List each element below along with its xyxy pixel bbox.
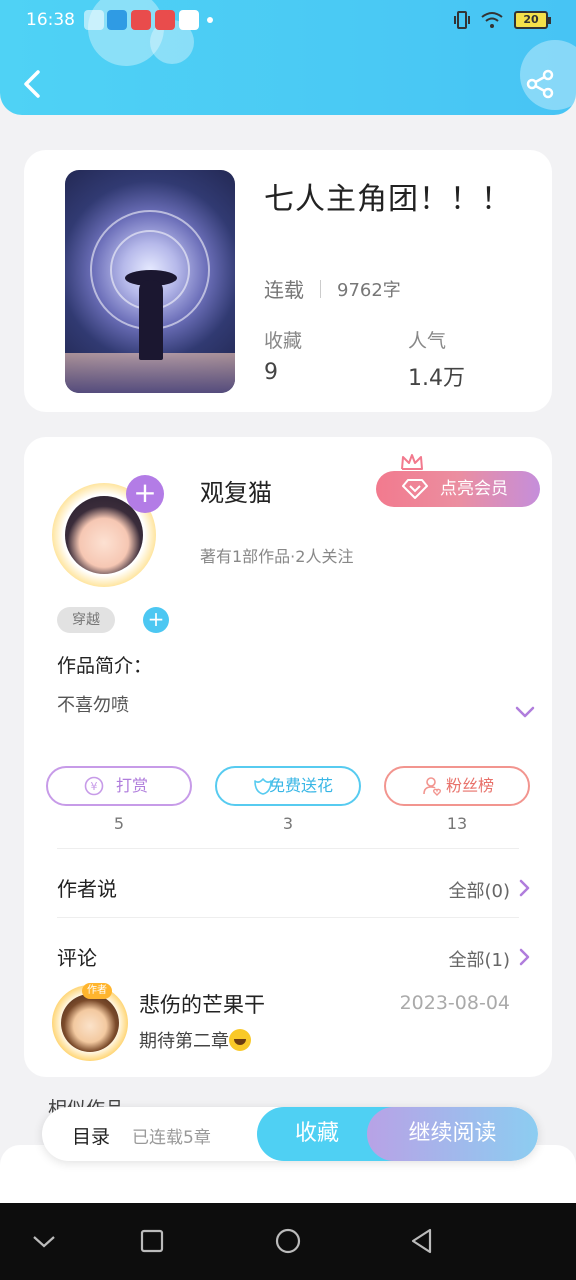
app-notification-icon: [131, 10, 151, 30]
chevron-down-icon[interactable]: [30, 1227, 58, 1255]
author-says-all[interactable]: 全部(0): [449, 877, 511, 903]
chevron-down-icon[interactable]: [514, 705, 536, 719]
cover-figure: [139, 280, 163, 360]
fans-count: 13: [446, 814, 468, 833]
smile-emoji-icon: [229, 1029, 251, 1051]
comments-all[interactable]: 全部(1): [449, 946, 511, 972]
divider: [57, 917, 519, 918]
intro-text: 不喜勿喷: [57, 695, 129, 716]
diamond-icon: [402, 479, 428, 499]
favorites-label: 收藏: [264, 330, 303, 352]
favorites-value: 9: [264, 360, 278, 385]
meta-divider: [320, 279, 321, 298]
flower-count: 3: [282, 814, 294, 833]
tip-button[interactable]: ¥ 打赏: [46, 766, 192, 806]
bottom-action-bar: 目录 已连载5章 收藏 继续阅读: [42, 1107, 538, 1161]
chevron-right-icon[interactable]: [518, 947, 530, 967]
header: 16:38 20: [0, 0, 576, 115]
vip-button[interactable]: 点亮会员: [376, 471, 540, 507]
divider: [57, 848, 519, 849]
comment-text[interactable]: 期待第二章: [139, 1027, 251, 1053]
commenter-avatar-image: [61, 994, 119, 1052]
comments-title: 评论: [57, 946, 97, 970]
recent-apps-icon[interactable]: [138, 1227, 166, 1255]
crown-icon: [401, 454, 423, 470]
commenter-avatar[interactable]: 作者: [52, 983, 128, 1061]
add-tag-button[interactable]: +: [143, 607, 169, 633]
wifi-icon: [481, 12, 503, 28]
book-title: 七人主角团！！！: [264, 182, 512, 217]
author-summary: 著有1部作品·2人关注: [200, 547, 354, 566]
intro-label: 作品简介：: [57, 655, 153, 677]
weather-app-icon: [107, 10, 127, 30]
comment-date: 2023-08-04: [399, 992, 510, 1014]
app-notification-icon: [155, 10, 175, 30]
home-icon[interactable]: [274, 1227, 302, 1255]
fans-ranking-button[interactable]: 粉丝榜: [384, 766, 530, 806]
author-badge: 作者: [82, 983, 112, 999]
flower-icon: [254, 778, 272, 795]
author-name[interactable]: 观复猫: [200, 473, 272, 508]
tip-count: 5: [113, 814, 125, 833]
send-flower-button[interactable]: 免费送花: [215, 766, 361, 806]
toc-button[interactable]: 目录: [72, 1122, 110, 1149]
chevron-right-icon[interactable]: [518, 878, 530, 898]
author-says-title: 作者说: [57, 877, 117, 901]
system-nav-bar: [0, 1203, 576, 1280]
vibrate-icon: [454, 11, 470, 29]
tip-label: 打赏: [115, 776, 148, 795]
chapter-status: 已连载5章: [132, 1128, 211, 1148]
genre-tag[interactable]: 穿越: [57, 607, 115, 633]
yen-coin-icon: ¥: [84, 776, 104, 796]
commenter-name[interactable]: 悲伤的芒果干: [139, 989, 265, 1019]
popularity-label: 人气: [408, 330, 447, 352]
app-notification-icon: [179, 10, 199, 30]
popularity-value: 1.4万: [408, 366, 465, 391]
status-bar: 16:38 20: [0, 0, 576, 40]
more-notifications-icon: [207, 17, 213, 23]
cloud-icon: [84, 10, 104, 30]
fans-icon: [423, 777, 442, 796]
vip-button-label: 点亮会员: [440, 479, 508, 499]
status-time: 16:38: [26, 10, 75, 30]
follow-author-button[interactable]: +: [126, 475, 164, 513]
back-arrow-icon[interactable]: [18, 66, 48, 102]
svg-text:¥: ¥: [91, 780, 98, 793]
share-icon[interactable]: [524, 68, 556, 100]
back-triangle-icon[interactable]: [408, 1227, 436, 1255]
book-cover[interactable]: [65, 170, 235, 393]
word-count: 9762字: [337, 279, 401, 301]
continue-reading-button[interactable]: 继续阅读: [367, 1107, 538, 1161]
book-meta: 连载 9762字: [264, 274, 401, 303]
fans-ranking-label: 粉丝榜: [445, 776, 494, 795]
comment-body: 期待第二章: [139, 1031, 229, 1052]
battery-icon: 20: [514, 11, 551, 29]
book-info-card: 七人主角团！！！ 连载 9762字 收藏 9 人气 1.4万: [24, 150, 552, 412]
send-flower-label: 免费送花: [268, 776, 333, 795]
serial-status: 连载: [264, 278, 304, 302]
author-card: + 观复猫 著有1部作品·2人关注 点亮会员 穿越 + 作品简介： 不喜勿喷 ¥…: [24, 437, 552, 1077]
